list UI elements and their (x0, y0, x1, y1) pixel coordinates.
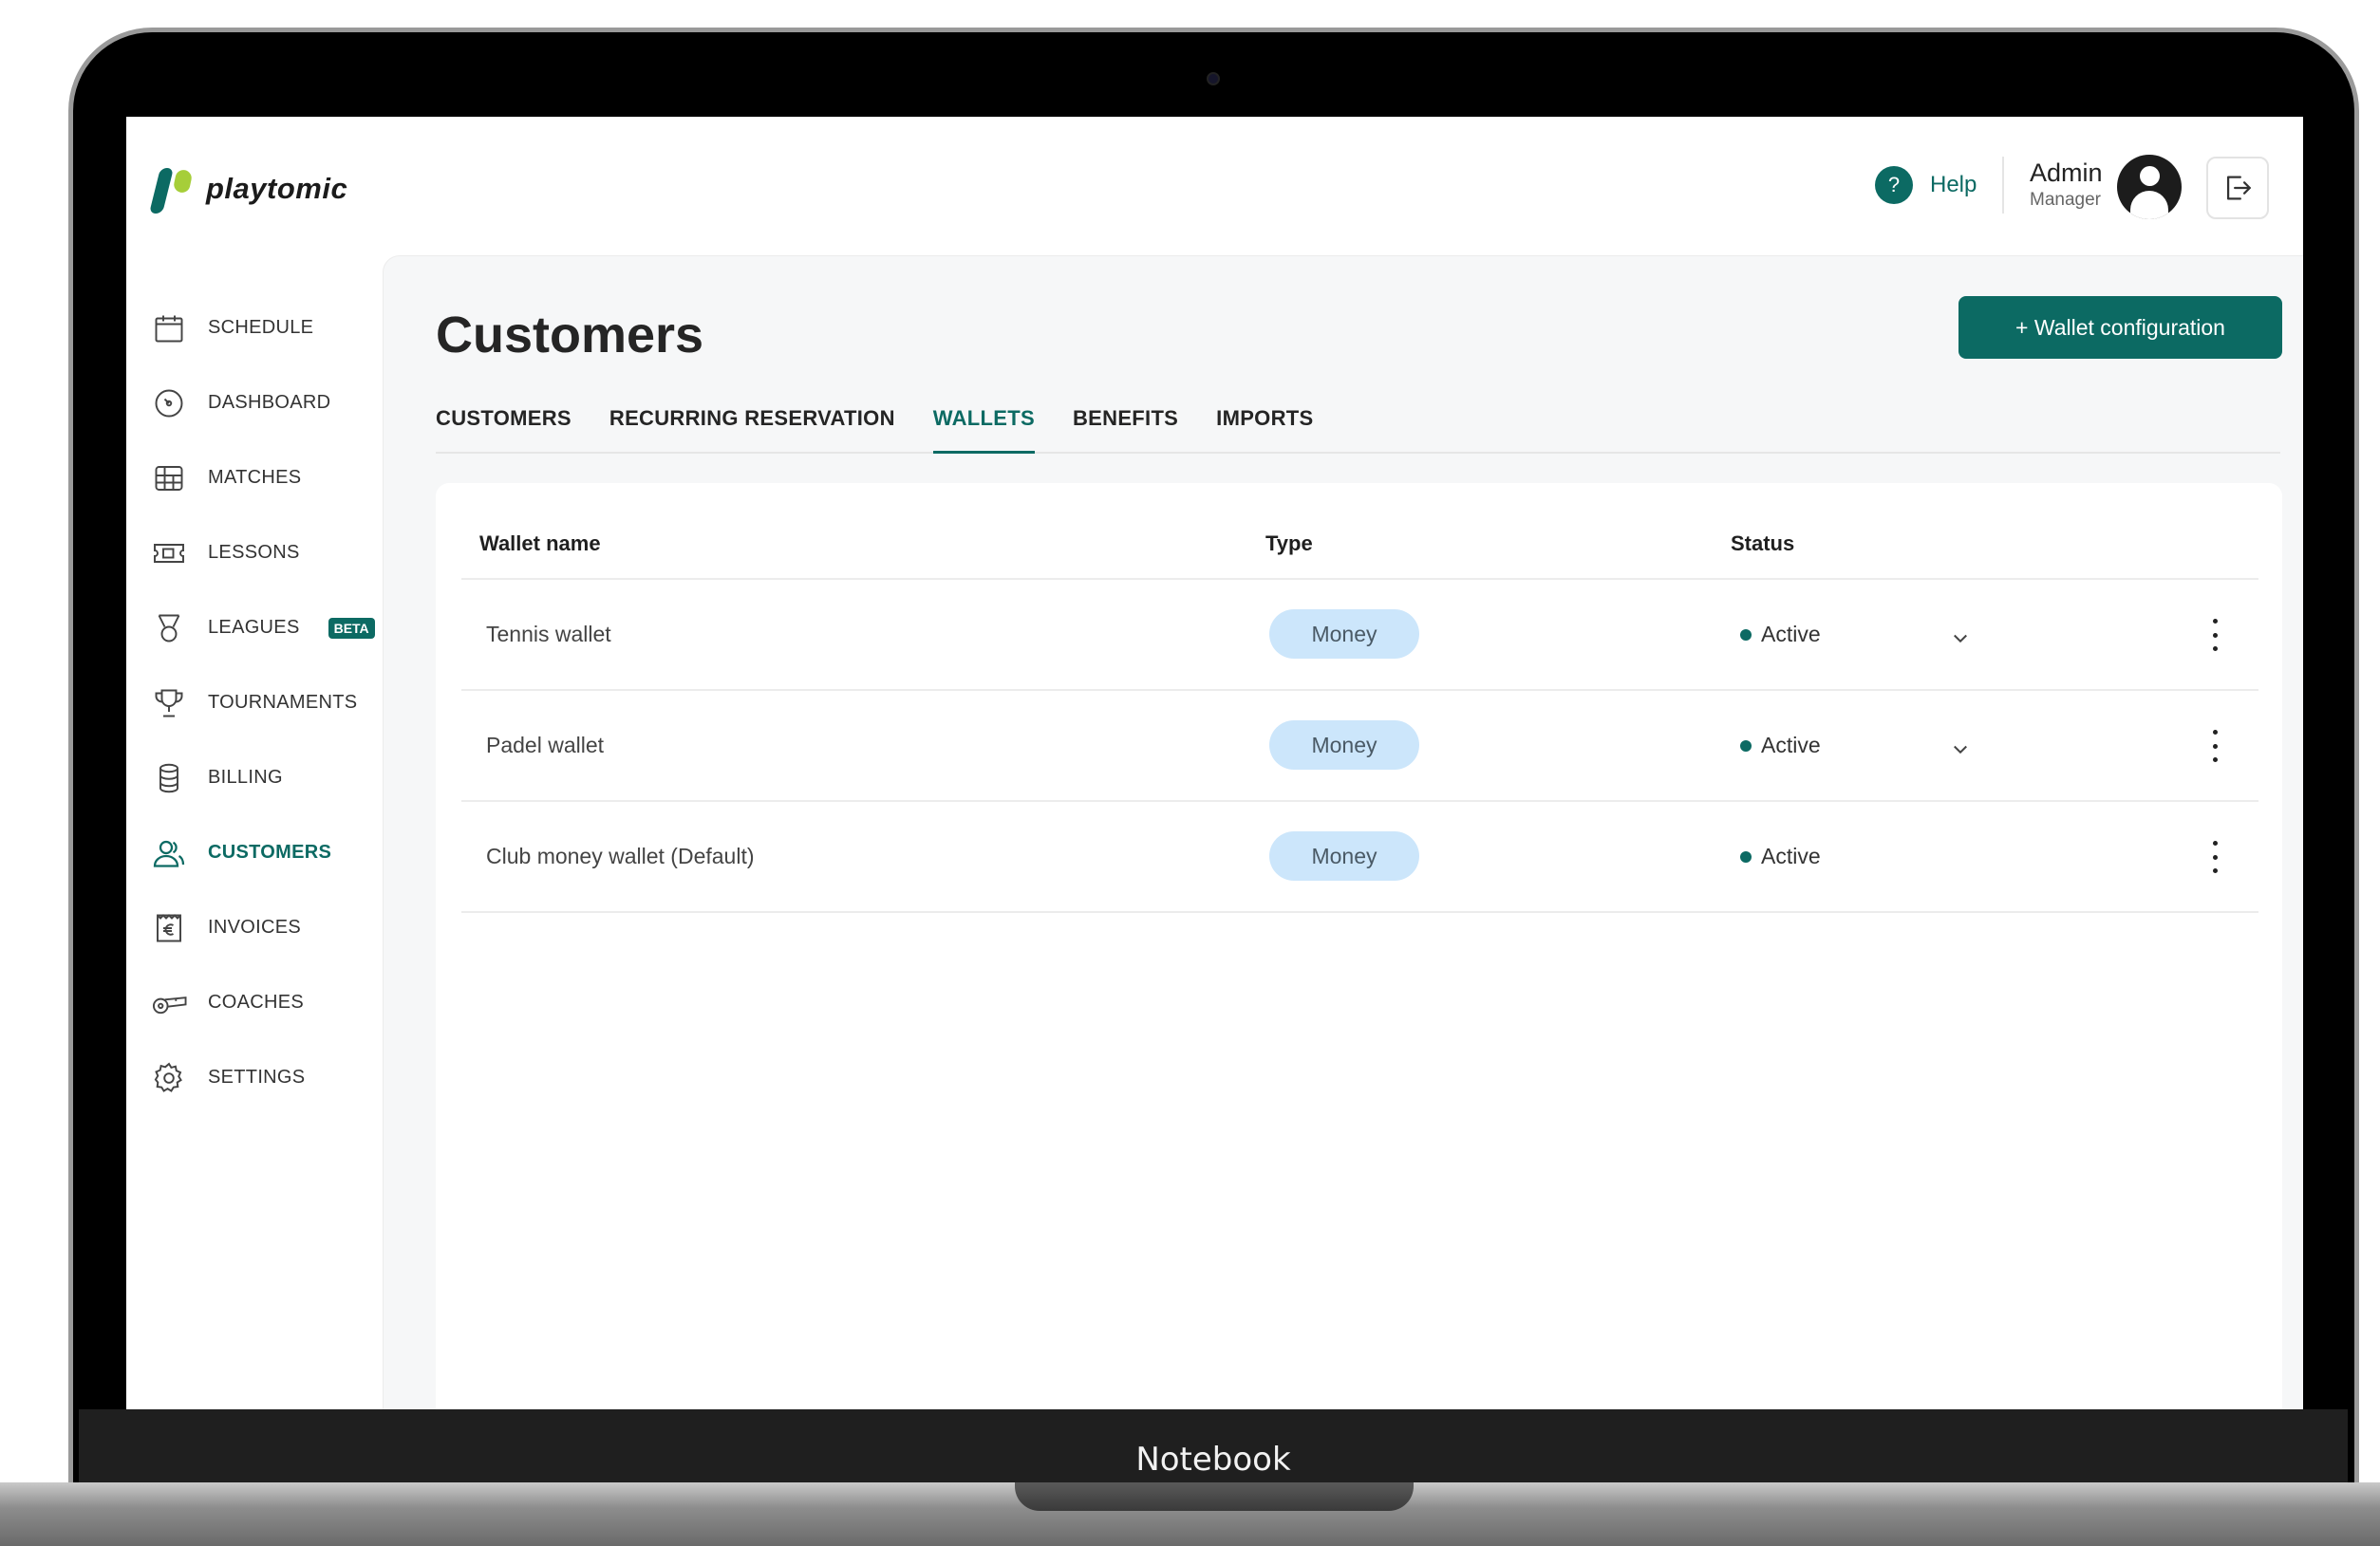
whistle-icon (151, 985, 187, 1021)
type-badge: Money (1269, 831, 1419, 881)
wallet-name: Tennis wallet (486, 622, 611, 646)
status-label: Active (1761, 622, 1821, 646)
court-grid-icon (151, 460, 187, 496)
sidebar-item-label: DASHBOARD (208, 392, 331, 413)
page-title: Customers (436, 307, 704, 363)
status-dot-icon (1740, 740, 1752, 752)
sidebar-item-label: MATCHES (208, 467, 302, 488)
user-role: Manager (2030, 190, 2101, 210)
user-name: Admin (2030, 158, 2103, 187)
sidebar-item-coaches[interactable]: COACHES (151, 965, 379, 1040)
wallet-name: Padel wallet (486, 733, 605, 757)
help-link[interactable]: ? Help (1875, 166, 1977, 204)
help-label: Help (1930, 172, 1977, 197)
sidebar-item-dashboard[interactable]: DASHBOARD (151, 365, 379, 440)
gear-icon (151, 1060, 187, 1096)
calendar-icon (151, 310, 187, 346)
sidebar-item-label: BILLING (208, 767, 283, 788)
avatar[interactable] (2117, 155, 2182, 219)
euro-invoice-icon (151, 910, 187, 946)
chevron-down-icon[interactable] (1946, 735, 1975, 763)
sidebar-item-settings[interactable]: SETTINGS (151, 1040, 379, 1115)
status-dot-icon (1740, 851, 1752, 863)
sidebar-item-label: CUSTOMERS (208, 842, 332, 863)
header-divider (2002, 157, 2004, 214)
sidebar-item-matches[interactable]: MATCHES (151, 440, 379, 515)
chevron-down-icon[interactable] (1946, 624, 1975, 652)
logo-mark-icon (149, 164, 194, 214)
sidebar-item-billing[interactable]: BILLING (151, 740, 379, 815)
table-row: Club money wallet (Default) Money Active (461, 802, 2258, 913)
device-brand-label: Notebook (1135, 1441, 1291, 1479)
tab-benefits[interactable]: BENEFITS (1073, 400, 1178, 454)
sidebar-item-lessons[interactable]: LESSONS (151, 515, 379, 590)
type-badge: Money (1269, 720, 1419, 770)
sidebar: SCHEDULE DASHBOARD MATCHES LESSONS LEAGU… (151, 290, 379, 1115)
logout-button[interactable] (2206, 157, 2269, 219)
user-info[interactable]: Admin Manager (2030, 158, 2103, 211)
wallets-table-card: Wallet name Type Status Tennis wallet Mo… (436, 483, 2282, 1409)
laptop-hinge-notch (1015, 1482, 1414, 1511)
sidebar-item-customers[interactable]: CUSTOMERS (151, 815, 379, 890)
main-content: Customers + Wallet configuration CUSTOME… (383, 255, 2303, 1409)
column-header-status: Status (1731, 531, 1795, 555)
ticket-icon (151, 535, 187, 571)
status-label: Active (1761, 733, 1821, 757)
logo-text: playtomic (206, 172, 348, 205)
webcam (1207, 72, 1220, 85)
row-menu-button[interactable] (2205, 838, 2224, 876)
tab-recurring-reservation[interactable]: RECURRING RESERVATION (609, 400, 895, 454)
status-label: Active (1761, 844, 1821, 868)
table-row: Tennis wallet Money Active (461, 580, 2258, 691)
help-icon: ? (1875, 166, 1913, 204)
sidebar-item-label: INVOICES (208, 917, 301, 938)
sidebar-item-tournaments[interactable]: TOURNAMENTS (151, 665, 379, 740)
row-menu-button[interactable] (2205, 727, 2224, 765)
sidebar-item-invoices[interactable]: INVOICES (151, 890, 379, 965)
laptop-frame: playtomic ? Help Admin Manager SCHEDULE (0, 0, 2380, 1546)
tab-customers[interactable]: CUSTOMERS (436, 400, 572, 454)
table-row: Padel wallet Money Active (461, 691, 2258, 802)
logout-icon (2226, 176, 2251, 200)
trophy-icon (151, 685, 187, 721)
sidebar-item-label: SCHEDULE (208, 317, 314, 338)
sidebar-item-label: SETTINGS (208, 1067, 306, 1088)
sidebar-item-label: TOURNAMENTS (208, 692, 358, 713)
sidebar-item-label: LEAGUES (208, 617, 300, 638)
playtomic-logo[interactable]: playtomic (149, 164, 348, 214)
tab-wallets[interactable]: WALLETS (932, 400, 1035, 454)
column-header-wallet-name: Wallet name (479, 531, 601, 555)
gauge-icon (151, 385, 187, 421)
type-badge: Money (1269, 609, 1419, 659)
app-screen: playtomic ? Help Admin Manager SCHEDULE (126, 117, 2303, 1409)
sidebar-item-leagues[interactable]: LEAGUES BETA (151, 590, 379, 665)
tab-bar: CUSTOMERS RECURRING RESERVATION WALLETS … (436, 400, 2280, 454)
medal-icon (151, 610, 187, 646)
status-dot-icon (1740, 629, 1752, 641)
row-menu-button[interactable] (2205, 616, 2224, 654)
column-header-type: Type (1265, 531, 1313, 555)
sidebar-item-schedule[interactable]: SCHEDULE (151, 290, 379, 365)
wallet-configuration-button[interactable]: + Wallet configuration (1958, 296, 2282, 359)
sidebar-item-label: LESSONS (208, 542, 300, 563)
sidebar-item-label: COACHES (208, 992, 305, 1013)
tab-imports[interactable]: IMPORTS (1216, 400, 1313, 454)
wallet-name: Club money wallet (Default) (486, 844, 755, 868)
users-icon (151, 835, 187, 871)
beta-badge: BETA (328, 617, 375, 639)
coins-icon (151, 760, 187, 796)
